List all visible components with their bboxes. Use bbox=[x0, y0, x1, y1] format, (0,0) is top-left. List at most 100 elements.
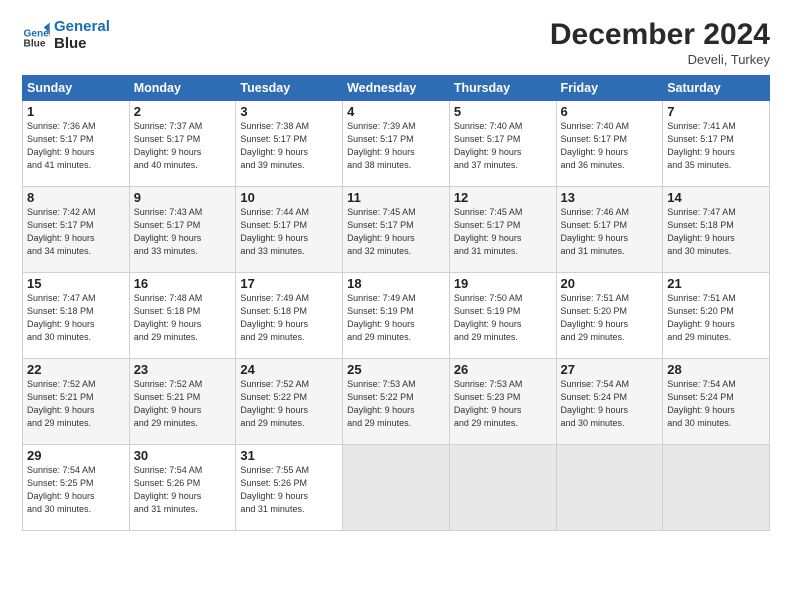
table-row: 1Sunrise: 7:36 AMSunset: 5:17 PMDaylight… bbox=[23, 101, 130, 187]
col-wednesday: Wednesday bbox=[343, 76, 450, 101]
day-info: Sunrise: 7:44 AMSunset: 5:17 PMDaylight:… bbox=[240, 206, 338, 258]
week-row-5: 29Sunrise: 7:54 AMSunset: 5:25 PMDayligh… bbox=[23, 445, 770, 531]
day-info: Sunrise: 7:45 AMSunset: 5:17 PMDaylight:… bbox=[454, 206, 552, 258]
calendar-table: Sunday Monday Tuesday Wednesday Thursday… bbox=[22, 75, 770, 531]
table-row: 15Sunrise: 7:47 AMSunset: 5:18 PMDayligh… bbox=[23, 273, 130, 359]
day-number: 8 bbox=[27, 190, 125, 205]
table-row: 14Sunrise: 7:47 AMSunset: 5:18 PMDayligh… bbox=[663, 187, 770, 273]
title-block: December 2024 Develi, Turkey bbox=[550, 18, 770, 67]
day-info: Sunrise: 7:47 AMSunset: 5:18 PMDaylight:… bbox=[667, 206, 765, 258]
calendar-header-row: Sunday Monday Tuesday Wednesday Thursday… bbox=[23, 76, 770, 101]
col-friday: Friday bbox=[556, 76, 663, 101]
day-info: Sunrise: 7:43 AMSunset: 5:17 PMDaylight:… bbox=[134, 206, 232, 258]
day-info: Sunrise: 7:42 AMSunset: 5:17 PMDaylight:… bbox=[27, 206, 125, 258]
logo: General Blue General Blue bbox=[22, 18, 110, 53]
table-row: 18Sunrise: 7:49 AMSunset: 5:19 PMDayligh… bbox=[343, 273, 450, 359]
day-info: Sunrise: 7:53 AMSunset: 5:22 PMDaylight:… bbox=[347, 378, 445, 430]
col-saturday: Saturday bbox=[663, 76, 770, 101]
month-title: December 2024 bbox=[550, 18, 770, 51]
table-row: 22Sunrise: 7:52 AMSunset: 5:21 PMDayligh… bbox=[23, 359, 130, 445]
table-row: 10Sunrise: 7:44 AMSunset: 5:17 PMDayligh… bbox=[236, 187, 343, 273]
day-info: Sunrise: 7:49 AMSunset: 5:19 PMDaylight:… bbox=[347, 292, 445, 344]
table-row bbox=[663, 445, 770, 531]
day-number: 30 bbox=[134, 448, 232, 463]
day-info: Sunrise: 7:37 AMSunset: 5:17 PMDaylight:… bbox=[134, 120, 232, 172]
table-row: 31Sunrise: 7:55 AMSunset: 5:26 PMDayligh… bbox=[236, 445, 343, 531]
table-row: 16Sunrise: 7:48 AMSunset: 5:18 PMDayligh… bbox=[129, 273, 236, 359]
col-thursday: Thursday bbox=[449, 76, 556, 101]
day-number: 3 bbox=[240, 104, 338, 119]
day-number: 5 bbox=[454, 104, 552, 119]
table-row: 12Sunrise: 7:45 AMSunset: 5:17 PMDayligh… bbox=[449, 187, 556, 273]
day-number: 12 bbox=[454, 190, 552, 205]
day-number: 6 bbox=[561, 104, 659, 119]
day-number: 11 bbox=[347, 190, 445, 205]
week-row-2: 8Sunrise: 7:42 AMSunset: 5:17 PMDaylight… bbox=[23, 187, 770, 273]
table-row: 13Sunrise: 7:46 AMSunset: 5:17 PMDayligh… bbox=[556, 187, 663, 273]
table-row: 7Sunrise: 7:41 AMSunset: 5:17 PMDaylight… bbox=[663, 101, 770, 187]
day-number: 25 bbox=[347, 362, 445, 377]
day-number: 16 bbox=[134, 276, 232, 291]
table-row: 8Sunrise: 7:42 AMSunset: 5:17 PMDaylight… bbox=[23, 187, 130, 273]
day-number: 14 bbox=[667, 190, 765, 205]
day-info: Sunrise: 7:40 AMSunset: 5:17 PMDaylight:… bbox=[454, 120, 552, 172]
day-number: 13 bbox=[561, 190, 659, 205]
day-number: 21 bbox=[667, 276, 765, 291]
day-info: Sunrise: 7:52 AMSunset: 5:21 PMDaylight:… bbox=[134, 378, 232, 430]
day-number: 29 bbox=[27, 448, 125, 463]
day-number: 28 bbox=[667, 362, 765, 377]
day-info: Sunrise: 7:47 AMSunset: 5:18 PMDaylight:… bbox=[27, 292, 125, 344]
table-row: 9Sunrise: 7:43 AMSunset: 5:17 PMDaylight… bbox=[129, 187, 236, 273]
day-info: Sunrise: 7:51 AMSunset: 5:20 PMDaylight:… bbox=[667, 292, 765, 344]
table-row bbox=[556, 445, 663, 531]
table-row: 20Sunrise: 7:51 AMSunset: 5:20 PMDayligh… bbox=[556, 273, 663, 359]
table-row: 25Sunrise: 7:53 AMSunset: 5:22 PMDayligh… bbox=[343, 359, 450, 445]
day-number: 1 bbox=[27, 104, 125, 119]
day-number: 26 bbox=[454, 362, 552, 377]
week-row-4: 22Sunrise: 7:52 AMSunset: 5:21 PMDayligh… bbox=[23, 359, 770, 445]
table-row: 29Sunrise: 7:54 AMSunset: 5:25 PMDayligh… bbox=[23, 445, 130, 531]
table-row bbox=[343, 445, 450, 531]
day-info: Sunrise: 7:38 AMSunset: 5:17 PMDaylight:… bbox=[240, 120, 338, 172]
table-row: 26Sunrise: 7:53 AMSunset: 5:23 PMDayligh… bbox=[449, 359, 556, 445]
day-info: Sunrise: 7:41 AMSunset: 5:17 PMDaylight:… bbox=[667, 120, 765, 172]
table-row: 5Sunrise: 7:40 AMSunset: 5:17 PMDaylight… bbox=[449, 101, 556, 187]
day-number: 22 bbox=[27, 362, 125, 377]
logo-line1: General bbox=[54, 18, 110, 35]
table-row: 4Sunrise: 7:39 AMSunset: 5:17 PMDaylight… bbox=[343, 101, 450, 187]
day-info: Sunrise: 7:54 AMSunset: 5:24 PMDaylight:… bbox=[667, 378, 765, 430]
table-row: 11Sunrise: 7:45 AMSunset: 5:17 PMDayligh… bbox=[343, 187, 450, 273]
svg-text:Blue: Blue bbox=[24, 39, 46, 49]
col-monday: Monday bbox=[129, 76, 236, 101]
day-number: 31 bbox=[240, 448, 338, 463]
day-number: 18 bbox=[347, 276, 445, 291]
col-sunday: Sunday bbox=[23, 76, 130, 101]
table-row: 28Sunrise: 7:54 AMSunset: 5:24 PMDayligh… bbox=[663, 359, 770, 445]
day-info: Sunrise: 7:54 AMSunset: 5:26 PMDaylight:… bbox=[134, 464, 232, 516]
table-row: 27Sunrise: 7:54 AMSunset: 5:24 PMDayligh… bbox=[556, 359, 663, 445]
logo-line2: Blue bbox=[54, 35, 110, 52]
day-info: Sunrise: 7:39 AMSunset: 5:17 PMDaylight:… bbox=[347, 120, 445, 172]
day-number: 9 bbox=[134, 190, 232, 205]
table-row: 6Sunrise: 7:40 AMSunset: 5:17 PMDaylight… bbox=[556, 101, 663, 187]
week-row-1: 1Sunrise: 7:36 AMSunset: 5:17 PMDaylight… bbox=[23, 101, 770, 187]
day-number: 24 bbox=[240, 362, 338, 377]
day-info: Sunrise: 7:49 AMSunset: 5:18 PMDaylight:… bbox=[240, 292, 338, 344]
table-row bbox=[449, 445, 556, 531]
day-info: Sunrise: 7:51 AMSunset: 5:20 PMDaylight:… bbox=[561, 292, 659, 344]
day-info: Sunrise: 7:53 AMSunset: 5:23 PMDaylight:… bbox=[454, 378, 552, 430]
day-number: 17 bbox=[240, 276, 338, 291]
day-info: Sunrise: 7:52 AMSunset: 5:22 PMDaylight:… bbox=[240, 378, 338, 430]
week-row-3: 15Sunrise: 7:47 AMSunset: 5:18 PMDayligh… bbox=[23, 273, 770, 359]
col-tuesday: Tuesday bbox=[236, 76, 343, 101]
table-row: 2Sunrise: 7:37 AMSunset: 5:17 PMDaylight… bbox=[129, 101, 236, 187]
table-row: 17Sunrise: 7:49 AMSunset: 5:18 PMDayligh… bbox=[236, 273, 343, 359]
day-info: Sunrise: 7:52 AMSunset: 5:21 PMDaylight:… bbox=[27, 378, 125, 430]
day-info: Sunrise: 7:36 AMSunset: 5:17 PMDaylight:… bbox=[27, 120, 125, 172]
table-row: 19Sunrise: 7:50 AMSunset: 5:19 PMDayligh… bbox=[449, 273, 556, 359]
day-info: Sunrise: 7:40 AMSunset: 5:17 PMDaylight:… bbox=[561, 120, 659, 172]
calendar-page: General Blue General Blue December 2024 … bbox=[0, 0, 792, 612]
header: General Blue General Blue December 2024 … bbox=[22, 18, 770, 67]
day-info: Sunrise: 7:46 AMSunset: 5:17 PMDaylight:… bbox=[561, 206, 659, 258]
day-number: 10 bbox=[240, 190, 338, 205]
